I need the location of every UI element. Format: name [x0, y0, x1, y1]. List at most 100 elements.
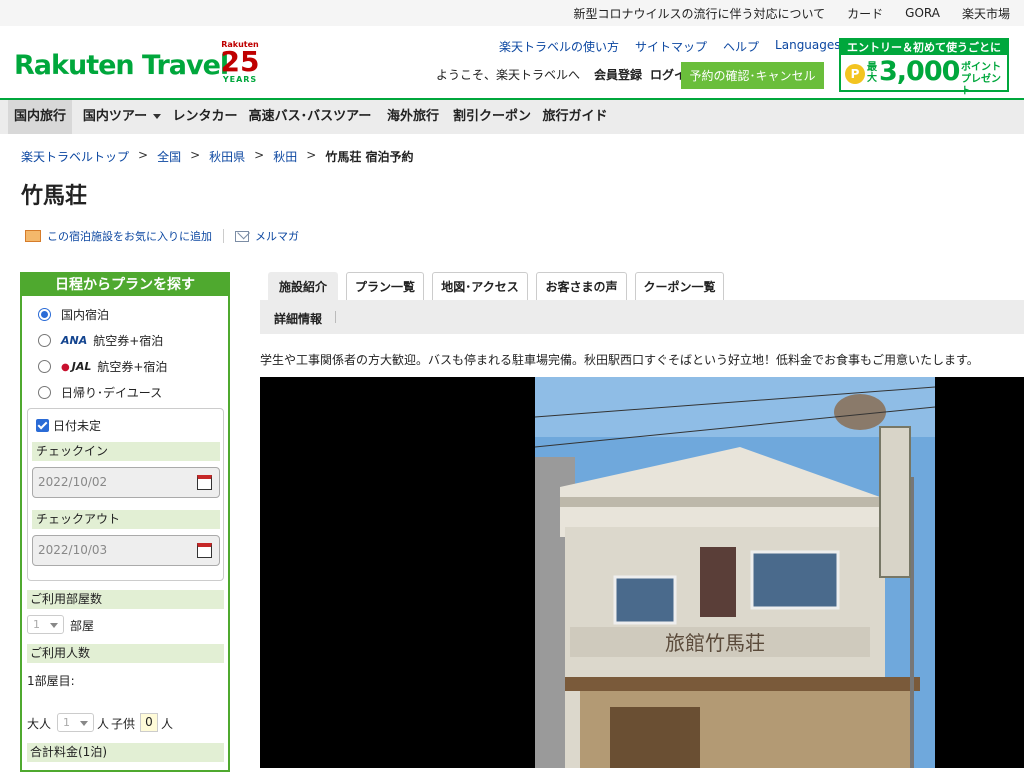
calendar-icon[interactable] [197, 543, 212, 558]
radio-domestic-stay[interactable] [38, 307, 51, 321]
date-undecided-label: 日付未定 [53, 419, 102, 433]
header-help-links: 楽天トラベルの使い方 サイトマップ ヘルプ Languages [499, 38, 870, 55]
photo-window-2 [750, 550, 840, 610]
child-count-input[interactable]: 0 [140, 713, 158, 732]
option-domestic-stay[interactable]: 国内宿泊 [38, 304, 109, 324]
option-day-label: 日帰り･デイユース [61, 385, 163, 400]
breadcrumb-akita-pref[interactable]: 秋田県 [209, 148, 245, 165]
checkout-label: チェックアウト [32, 510, 220, 529]
point-coin-icon: P [845, 64, 865, 84]
adult-unit: 人 [97, 717, 110, 731]
caret-down-icon [153, 114, 162, 119]
date-undecided-checkbox[interactable] [36, 419, 49, 432]
promo-points-line1: ポイント [961, 62, 1001, 73]
radio-day-use[interactable] [38, 385, 51, 399]
tab-facility-intro[interactable]: 施設紹介 [268, 272, 338, 300]
option-day-use[interactable]: 日帰り･デイユース [38, 382, 162, 402]
nav-travel-guide[interactable]: 旅行ガイド [538, 100, 612, 134]
breadcrumb-separator: > [306, 148, 317, 162]
checkin-date-input[interactable]: 2022/10/02 [32, 467, 220, 498]
tab-coupons[interactable]: クーポン一覧 [635, 272, 724, 300]
detail-subtabs: 詳細情報 [260, 300, 1024, 334]
photo-eave [560, 497, 890, 507]
top-utility-links: 新型コロナウイルスの流行に伴う対応について カード GORA 楽天市場 [552, 0, 1011, 26]
reservation-check-button[interactable]: 予約の確認･キャンセル [681, 62, 824, 89]
tab-plan-list[interactable]: プラン一覧 [346, 272, 424, 300]
main-nav: 国内旅行 国内ツアー レンタカー 高速バス･バスツアー 海外旅行 割引クーポン … [0, 98, 1024, 134]
nav-overseas[interactable]: 海外旅行 [380, 100, 446, 134]
rakuten-travel-logo[interactable]: Rakuten Travel [14, 50, 229, 81]
how-to-use-link[interactable]: 楽天トラベルの使い方 [499, 38, 619, 55]
anniversary-years: YEARS [222, 75, 258, 84]
option-ana-package[interactable]: ANA 航空券+宿泊 [38, 330, 163, 350]
radio-ana-package[interactable] [38, 333, 51, 347]
calendar-icon[interactable] [197, 475, 212, 490]
divider [223, 229, 224, 243]
room1-label: 1部屋目: [27, 674, 75, 688]
photo-awning [565, 677, 920, 691]
site-header: Rakuten Travel Rakuten 25 YEARS 楽天トラベルの使… [0, 26, 1024, 98]
photo-vertical-sign [879, 426, 911, 578]
breadcrumb-separator: > [190, 148, 201, 162]
nav-coupon[interactable]: 割引クーポン [450, 100, 534, 134]
promo-max-label: 最大 [867, 62, 877, 84]
card-link[interactable]: カード [847, 5, 883, 22]
option-jal-label: 航空券+宿泊 [97, 359, 168, 374]
hotel-building-image: 旅館竹馬荘 [534, 377, 936, 768]
rakuten-ichiba-link[interactable]: 楽天市場 [962, 5, 1010, 22]
ana-logo: ANA [61, 333, 88, 347]
nav-domestic-travel[interactable]: 国内旅行 [8, 100, 72, 134]
breadcrumb-nationwide[interactable]: 全国 [157, 148, 181, 165]
mail-magazine-link[interactable]: メルマガ [255, 228, 299, 244]
nav-domestic-tour[interactable]: 国内ツアー [78, 100, 166, 134]
nav-highway-bus[interactable]: 高速バス･バスツアー [244, 100, 376, 134]
breadcrumb-separator: > [254, 148, 265, 162]
register-link[interactable]: 会員登録 [594, 66, 642, 83]
anniversary-number: 25 [220, 45, 260, 78]
nav-domestic-tour-label: 国内ツアー [82, 109, 148, 124]
welcome-text: ようこそ、楽天トラベルへ [436, 68, 581, 82]
option-jal-package[interactable]: JAL 航空券+宿泊 [38, 356, 167, 376]
hotel-photo[interactable]: 旅館竹馬荘 [260, 377, 1024, 768]
anniversary-25-logo: Rakuten 25 YEARS [220, 40, 260, 90]
covid-notice-link[interactable]: 新型コロナウイルスの流行に伴う対応について [574, 5, 826, 22]
subtab-details[interactable]: 詳細情報 [274, 310, 322, 327]
nav-rental-car[interactable]: レンタカー [170, 100, 240, 134]
checkout-date-value: 2022/10/03 [38, 543, 108, 557]
promo-banner-text: エントリー＆初めて使うごとに [841, 40, 1007, 55]
child-label: 子供 [111, 717, 136, 731]
jal-logo: JAL [61, 360, 92, 373]
photo-window-1 [700, 547, 736, 617]
checkout-date-input[interactable]: 2022/10/03 [32, 535, 220, 566]
option-domestic-label: 国内宿泊 [61, 307, 110, 322]
plan-search-panel: 日程からプランを探す 国内宿泊 ANA 航空券+宿泊 JAL 航空券+宿泊 日帰… [20, 272, 230, 772]
mail-icon [235, 230, 249, 242]
help-link[interactable]: ヘルプ [723, 38, 759, 55]
option-ana-label: 航空券+宿泊 [93, 333, 164, 348]
date-undecided-option[interactable]: 日付未定 [36, 417, 101, 434]
photo-window-3 [613, 575, 677, 625]
child-unit: 人 [161, 717, 174, 731]
breadcrumb: 楽天トラベルトップ > 全国 > 秋田県 > 秋田 > 竹馬荘 宿泊予約 [21, 148, 414, 165]
breadcrumb-top[interactable]: 楽天トラベルトップ [21, 148, 129, 165]
photo-door [610, 707, 700, 768]
page-title: 竹馬荘 [21, 184, 88, 209]
gora-link[interactable]: GORA [905, 6, 940, 20]
add-favorite-link[interactable]: この宿泊施設をお気に入りに追加 [47, 228, 212, 244]
adult-label: 大人 [27, 717, 52, 731]
breadcrumb-current: 竹馬荘 宿泊予約 [325, 150, 414, 164]
rooms-select[interactable]: 1 [27, 615, 64, 634]
tab-reviews[interactable]: お客さまの声 [536, 272, 627, 300]
tab-map-access[interactable]: 地図･アクセス [432, 272, 528, 300]
points-promo-banner[interactable]: エントリー＆初めて使うごとに P 最大 3,000 ポイント プレゼント [839, 38, 1009, 97]
photo-sign-text: 旅館竹馬荘 [665, 631, 765, 655]
top-utility-bar: 新型コロナウイルスの流行に伴う対応について カード GORA 楽天市場 [0, 0, 1024, 26]
radio-jal-package[interactable] [38, 359, 51, 373]
plan-search-title: 日程からプランを探す [22, 274, 228, 296]
adult-select[interactable]: 1 [57, 713, 94, 732]
breadcrumb-separator: > [138, 148, 149, 162]
rooms-unit: 部屋 [70, 619, 95, 633]
breadcrumb-akita[interactable]: 秋田 [273, 148, 297, 165]
total-price-label: 合計料金(1泊) [27, 743, 224, 762]
sitemap-link[interactable]: サイトマップ [635, 38, 707, 55]
